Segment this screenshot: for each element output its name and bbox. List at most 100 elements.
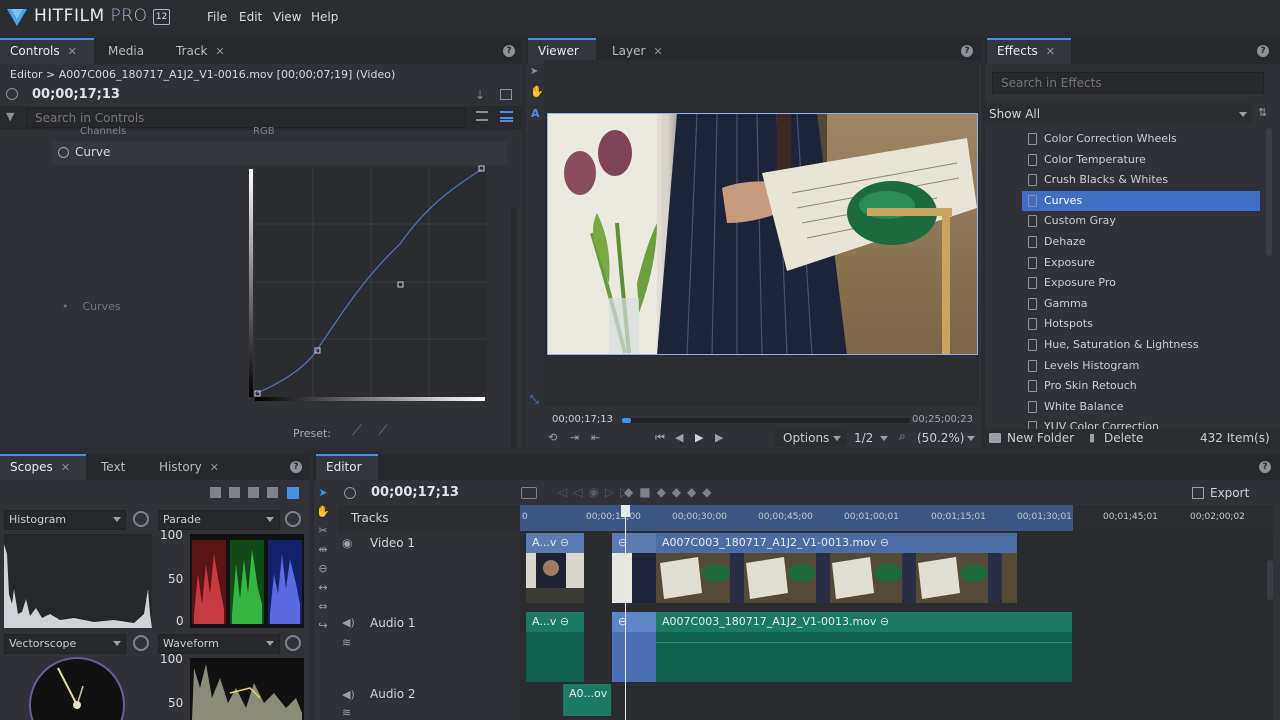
effect-item[interactable]: Gamma	[1022, 294, 1260, 314]
effect-item[interactable]: Color Correction Wheels	[1022, 129, 1260, 149]
menu-view[interactable]: View	[273, 10, 301, 24]
zoom-dropdown[interactable]: (50.2%)	[891, 429, 979, 447]
close-icon[interactable]: ✕	[653, 45, 662, 58]
tab-controls[interactable]: Controls ✕	[0, 38, 94, 64]
preset-curve-icon[interactable]: ⟋	[378, 423, 388, 439]
close-icon[interactable]: ✕	[68, 45, 77, 58]
video-clip-main[interactable]: A007C003_180717_A1J2_V1-0013.mov ⊖	[656, 533, 1017, 553]
video-clip-main-thumbs[interactable]	[612, 553, 1017, 603]
menu-edit[interactable]: Edit	[239, 10, 262, 24]
help-icon[interactable]: ?	[1259, 461, 1271, 473]
effect-item[interactable]: Color Temperature	[1022, 150, 1260, 170]
effect-item[interactable]: Levels Histogram	[1022, 356, 1260, 376]
audio-clip-short-wave[interactable]	[526, 632, 584, 682]
gear-icon[interactable]	[133, 635, 149, 651]
close-icon[interactable]: ✕	[1046, 45, 1055, 58]
list-view-icon[interactable]	[476, 111, 488, 121]
select-tool-icon[interactable]: ➤	[316, 486, 330, 500]
menu-help[interactable]: Help	[311, 10, 338, 24]
close-icon[interactable]: ✕	[61, 461, 70, 474]
export-button[interactable]: Export	[1210, 486, 1249, 500]
delete-button[interactable]: Delete	[1104, 431, 1143, 445]
effect-item[interactable]: Exposure	[1022, 253, 1260, 273]
gear-icon[interactable]	[133, 511, 149, 527]
speaker-icon[interactable]: ◀)	[342, 616, 355, 629]
panel-layout-icon[interactable]	[500, 89, 512, 100]
filter-icon[interactable]: ▼	[6, 110, 14, 123]
pin-icon[interactable]: ⇣	[475, 88, 485, 102]
tab-editor[interactable]: Editor	[316, 454, 378, 480]
step-forward-icon[interactable]: ▶	[715, 431, 723, 444]
audio-clip-selected[interactable]: ⊖	[612, 612, 656, 632]
effect-item[interactable]: Hue, Saturation & Lightness	[1022, 335, 1260, 355]
tab-media[interactable]: Media	[98, 38, 154, 64]
layout-three-icon[interactable]	[267, 487, 278, 498]
sort-icon[interactable]: ⇅	[1258, 106, 1267, 119]
step-back-icon[interactable]: ◀	[675, 431, 683, 444]
playhead-handle[interactable]	[621, 505, 630, 517]
help-icon[interactable]: ?	[290, 461, 302, 473]
effect-item[interactable]: Curves	[1022, 190, 1260, 211]
razor-tool-icon[interactable]: ✂	[316, 524, 330, 538]
playhead[interactable]	[625, 505, 626, 720]
keyframe-controls[interactable]: ◆■◆◆◆◆	[624, 485, 717, 499]
timeline-scrollbar[interactable]	[1267, 560, 1273, 600]
effect-item[interactable]: White Balance	[1022, 397, 1260, 417]
viewer-scrubber[interactable]	[622, 418, 910, 423]
gear-icon[interactable]	[285, 635, 301, 651]
video-clip-short-thumb[interactable]	[526, 553, 584, 603]
select-tool-icon[interactable]: ➤	[530, 66, 538, 77]
effect-item[interactable]: Hotspots	[1022, 314, 1260, 334]
effects-filter-dropdown[interactable]: Show All	[985, 103, 1252, 125]
channels-value[interactable]: RGB	[253, 126, 275, 136]
audio-clip-short[interactable]: A...v ⊖	[526, 612, 584, 632]
help-icon[interactable]: ?	[1257, 45, 1269, 57]
audio-clip-main-wave[interactable]	[656, 632, 1072, 682]
effect-item[interactable]: Pro Skin Retouch	[1022, 376, 1260, 396]
layout-split-h-icon[interactable]	[229, 487, 240, 498]
effect-item[interactable]: Dehaze	[1022, 232, 1260, 252]
render-icon[interactable]	[521, 487, 537, 499]
layout-quad-icon[interactable]	[287, 487, 299, 499]
resolution-dropdown[interactable]: 1/2	[850, 429, 890, 447]
waveform-toggle-icon[interactable]: ≋	[342, 706, 351, 719]
audio2-clip[interactable]: A0...ov	[563, 684, 611, 716]
tab-track[interactable]: Track ✕	[166, 38, 235, 64]
gear-icon[interactable]	[285, 511, 301, 527]
skip-start-icon[interactable]: ⏮	[655, 431, 665, 445]
effects-scrollbar[interactable]	[1266, 128, 1272, 256]
video-clip-selected[interactable]: ⊖	[612, 533, 656, 553]
close-icon[interactable]: ✕	[215, 45, 224, 58]
new-folder-button[interactable]: New Folder	[1007, 431, 1074, 445]
keyframe-toggle-icon[interactable]	[58, 147, 69, 158]
play-icon[interactable]: ▶	[695, 431, 703, 444]
roll-tool-icon[interactable]: ↔	[316, 581, 330, 595]
waveform-toggle-icon[interactable]: ≋	[342, 636, 351, 649]
editor-timecode[interactable]: 00;00;17;13	[371, 485, 459, 500]
audio-clip-selected-wave[interactable]	[612, 632, 656, 682]
eye-icon[interactable]: ◉	[342, 536, 352, 550]
mark-out-icon[interactable]: ⇤	[591, 431, 600, 444]
controls-timecode[interactable]: 00;00;17;13	[32, 87, 120, 102]
controls-search-input[interactable]	[26, 108, 466, 128]
effect-item[interactable]: Exposure Pro	[1022, 273, 1260, 293]
effects-search-input[interactable]	[992, 72, 1264, 94]
close-icon[interactable]: ✕	[210, 461, 219, 474]
viewer-current-time[interactable]: 00;00;17;13	[552, 414, 613, 425]
loop-icon[interactable]: ⟲	[548, 431, 557, 444]
speaker-icon[interactable]: ◀)	[342, 688, 355, 701]
options-dropdown[interactable]: Options	[775, 429, 847, 447]
preset-linear-icon[interactable]: ⟋	[352, 423, 362, 439]
tab-effects[interactable]: Effects ✕	[987, 38, 1071, 64]
menu-file[interactable]: File	[207, 10, 227, 24]
tab-history[interactable]: History ✕	[149, 454, 229, 480]
audio-clip-main[interactable]: A007C003_180717_A1J2_V1-0013.mov ⊖	[656, 612, 1072, 632]
mark-in-icon[interactable]: ⇥	[570, 431, 579, 444]
text-tool-icon[interactable]: A	[531, 107, 540, 120]
layout-single-icon[interactable]	[210, 487, 221, 498]
video-clip-short[interactable]: A...v ⊖	[526, 533, 584, 553]
slip-tool-icon[interactable]: ⇹	[316, 543, 330, 557]
controls-scrollbar[interactable]	[511, 208, 517, 448]
effect-item[interactable]: Crush Blacks & Whites	[1022, 170, 1260, 190]
rate-tool-icon[interactable]: ⇔	[316, 600, 330, 614]
